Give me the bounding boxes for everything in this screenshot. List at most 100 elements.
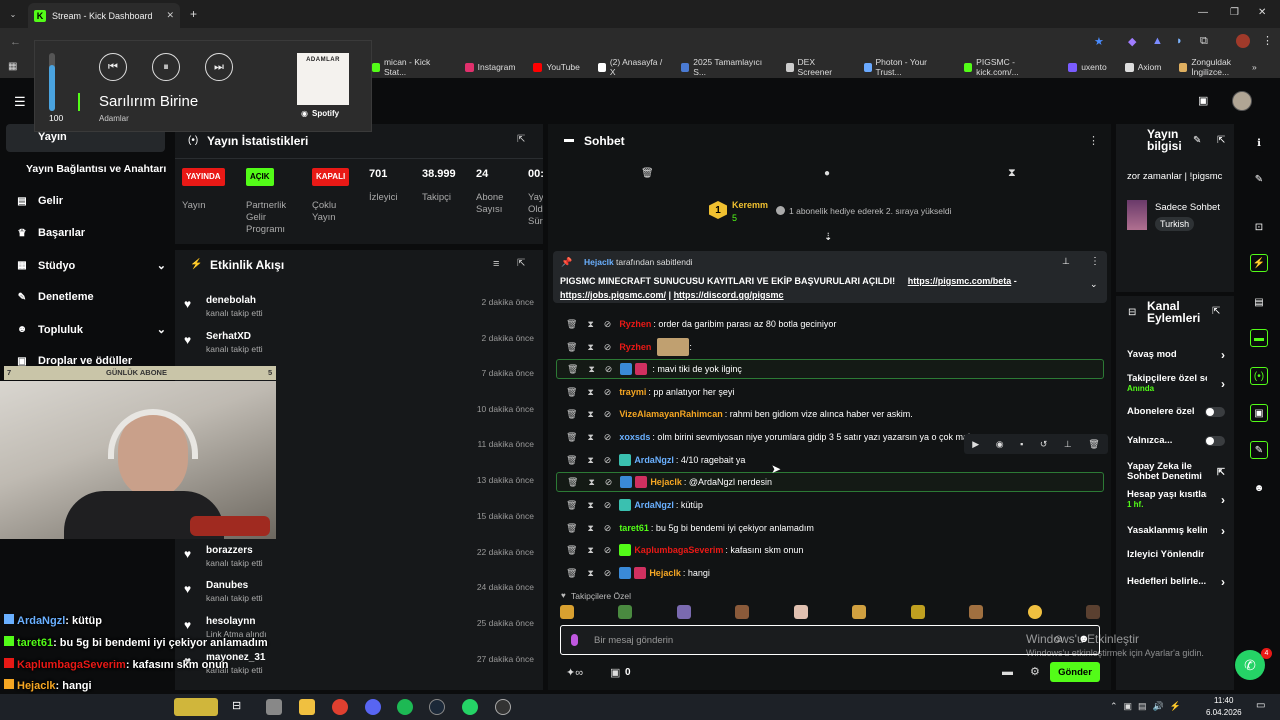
chat-rail-icon[interactable]: ▬	[1250, 329, 1268, 347]
delete-icon[interactable]: 🗑	[566, 387, 577, 398]
bookmark-item[interactable]: PIGSMC - kick.com/...	[964, 57, 1050, 77]
explorer-app-icon[interactable]	[266, 699, 282, 715]
discord-icon[interactable]	[365, 699, 381, 715]
reply-icon[interactable]: ◉	[996, 439, 1004, 450]
popout-icon[interactable]: ⇱	[1217, 135, 1225, 146]
timeout-icon[interactable]: ⧗	[587, 432, 593, 443]
chat-message[interactable]: 🗑 ⧗ ⊘ Hejaclk: hangi	[556, 563, 1104, 583]
ban-icon[interactable]: ⊘	[604, 409, 612, 420]
chat-username[interactable]: KaplumbagaSeverim	[634, 545, 723, 555]
broadcast-rail-icon[interactable]: (•)	[1250, 367, 1268, 385]
delete-icon[interactable]: 🗑	[1088, 439, 1099, 450]
emote[interactable]	[910, 605, 925, 619]
chat-message[interactable]: 🗑 ⧗ ⊘ Hejaclk: @ArdaNgzl nerdesin	[556, 472, 1104, 492]
emote[interactable]	[852, 605, 867, 619]
pinned-link[interactable]: https://jobs.pigsmc.com/	[560, 290, 666, 300]
chat-menu-icon[interactable]: ⋮	[1088, 134, 1099, 147]
ban-icon[interactable]: ⊘	[604, 455, 612, 466]
delete-icon[interactable]: 🗑	[566, 342, 577, 353]
ban-icon[interactable]: ⊘	[604, 545, 612, 556]
search-sparkle-icon[interactable]	[174, 698, 218, 716]
extensions-puzzle-icon[interactable]: ⧉	[1200, 35, 1208, 48]
delete-icon[interactable]: 🗑	[567, 477, 578, 488]
bookmark-item[interactable]: uxento	[1068, 62, 1107, 72]
chat-settings-icon[interactable]: ▬	[1002, 666, 1013, 678]
ban-icon[interactable]: ⊘	[604, 523, 612, 534]
ban-icon[interactable]: ⊘	[605, 364, 613, 375]
timeout-icon[interactable]: ⧗	[587, 342, 593, 353]
delete-icon[interactable]: 🗑	[566, 545, 577, 556]
bookmark-item[interactable]: Instagram	[464, 62, 515, 72]
ban-icon[interactable]: ⊘	[604, 319, 612, 330]
info-icon[interactable]: ℹ	[1250, 134, 1268, 152]
community-rail-icon[interactable]: ☻	[1250, 479, 1268, 497]
mic-icon[interactable]	[571, 634, 578, 646]
gear-icon[interactable]: ⚙	[1030, 665, 1040, 678]
bookmark-item[interactable]: Zonguldak İngilizce...	[1179, 57, 1262, 77]
emote[interactable]	[793, 605, 808, 619]
timeout-icon[interactable]: ⧗	[587, 455, 593, 466]
emote[interactable]	[676, 605, 691, 619]
chat-username[interactable]: ArdaNgzl	[634, 500, 674, 510]
task-view-icon[interactable]: ⊟	[232, 699, 248, 715]
archive-icon[interactable]: ▣	[1250, 404, 1268, 422]
chat-message[interactable]: 🗑 ⧗ ⊘ Ryzhen:	[556, 337, 1104, 357]
close-tab-icon[interactable]: ✕	[166, 10, 174, 21]
undo-icon[interactable]: ↺	[1040, 439, 1048, 450]
trash-icon[interactable]: 🗑	[641, 168, 654, 179]
chat-message[interactable]: 🗑 ⧗ ⊘: mavi tiki de yok ilginç	[556, 359, 1104, 379]
filter-icon[interactable]: ≡	[493, 258, 499, 270]
activity-user[interactable]: hesolaynn	[206, 616, 255, 627]
browser-tab[interactable]: K Stream - Kick Dashboard ✕	[28, 3, 180, 28]
edit-icon[interactable]: ✎	[1193, 135, 1201, 146]
previous-track-button[interactable]: ⏮	[99, 53, 127, 81]
chat-username[interactable]: Hejaclk	[650, 477, 682, 487]
send-button[interactable]: Gönder	[1050, 662, 1100, 682]
pencil-icon[interactable]: ✎	[1250, 170, 1268, 188]
emote[interactable]	[560, 605, 574, 619]
obs-icon[interactable]	[495, 699, 511, 715]
maximize-icon[interactable]: ❐	[1230, 7, 1239, 18]
volume-slider[interactable]	[49, 53, 55, 111]
minimize-icon[interactable]: —	[1198, 7, 1208, 18]
delete-icon[interactable]: 🗑	[566, 319, 577, 330]
bookmark-item[interactable]: (2) Anasayfa / X	[597, 57, 663, 77]
channel-action-item[interactable]: Yasaklanmış kelimeler ›	[1127, 524, 1225, 538]
close-window-icon[interactable]: ✕	[1258, 7, 1266, 18]
steam-icon[interactable]	[429, 699, 445, 715]
emote[interactable]	[969, 605, 984, 619]
channel-action-item[interactable]: Abonelere özel	[1127, 407, 1225, 417]
bookmark-item[interactable]: DEX Screener	[785, 57, 846, 77]
activity-user[interactable]: Danubes	[206, 580, 248, 591]
timeout-icon[interactable]: ⧗	[587, 387, 593, 398]
chat-input[interactable]: Bir mesaj gönderin ☺ ☻	[560, 625, 1100, 655]
sidebar-item-basarilar[interactable]: ♛ Başarılar	[16, 227, 166, 239]
chat-username[interactable]: VizeAlamayanRahimcan	[619, 409, 722, 419]
activity-user[interactable]: denebolah	[206, 295, 256, 306]
chat-username[interactable]: Hejaclk	[649, 568, 681, 578]
sidebar-item-denetleme[interactable]: ✎ Denetleme	[16, 291, 166, 303]
timeout-icon[interactable]: ⧗	[587, 319, 593, 330]
monitor-icon[interactable]: ▣	[1198, 94, 1208, 107]
emote[interactable]	[735, 605, 750, 619]
activity-user[interactable]: borazzers	[206, 545, 253, 556]
clipboard-icon[interactable]: ▤	[1250, 293, 1268, 311]
delete-icon[interactable]: 🗑	[566, 568, 577, 579]
chat-username[interactable]: Ryzhen	[619, 319, 651, 329]
chat-message[interactable]: 🗑 ⧗ ⊘ taret61: bu 5g bi bendemi iyi çekiyor…	[556, 518, 1104, 538]
file-explorer-icon[interactable]	[299, 699, 315, 715]
whatsapp-icon[interactable]	[462, 699, 478, 715]
tab-search-icon[interactable]: ⌄	[6, 7, 20, 21]
chat-message[interactable]: 🗑 ⧗ ⊘ ArdaNgzl: kütüp	[556, 495, 1104, 515]
delete-icon[interactable]: 🗑	[566, 500, 577, 511]
expand-chevron-icon[interactable]: ⌄	[1090, 279, 1098, 290]
timeout-icon[interactable]: ⧗	[587, 523, 593, 534]
hamburger-menu-icon[interactable]: ☰	[14, 94, 26, 110]
user-avatar[interactable]	[1232, 91, 1252, 111]
timeout-icon[interactable]: ⧗	[588, 477, 594, 488]
lightning-icon[interactable]: ⚡	[1250, 254, 1268, 272]
sidebar-item-topluluk[interactable]: ☻ Topluluk ⌄	[16, 323, 166, 337]
delete-icon[interactable]: 🗑	[567, 364, 578, 375]
timeout-icon[interactable]: ⧗	[587, 409, 593, 420]
pinned-by-user[interactable]: Hejaclk	[584, 257, 614, 267]
